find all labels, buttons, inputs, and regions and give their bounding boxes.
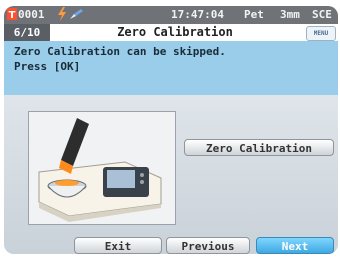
svg-text:T: T xyxy=(9,10,16,20)
message-line-1: Zero Calibration can be skipped. xyxy=(14,45,226,58)
id-badge-icon: T xyxy=(7,8,17,23)
exit-button[interactable]: Exit xyxy=(74,237,162,254)
instrument-screen: T 0001 17:47:04 Pet 3mm SCE 6/10 Zero Ca… xyxy=(4,6,338,254)
message-panel: Zero Calibration can be skipped. Press [… xyxy=(4,41,338,95)
step-indicator: 6/10 xyxy=(4,24,50,41)
page-title: Zero Calibration xyxy=(117,25,233,39)
observer-text: Pet xyxy=(244,8,264,21)
device-illustration xyxy=(28,111,176,225)
zero-calibration-button[interactable]: Zero Calibration xyxy=(184,139,334,156)
time-text: 17:47:04 xyxy=(171,8,224,21)
previous-button[interactable]: Previous xyxy=(166,237,250,254)
lightning-icon xyxy=(56,7,68,24)
pencil-icon xyxy=(70,9,84,22)
content-area: Zero Calibration Exit Previous Next xyxy=(4,95,338,254)
aperture-text: 3mm xyxy=(280,8,300,21)
status-bar: T 0001 17:47:04 Pet 3mm SCE xyxy=(4,6,338,24)
menu-button[interactable]: MENU xyxy=(306,26,336,41)
next-button[interactable]: Next xyxy=(256,237,334,254)
title-bar: 6/10 Zero Calibration MENU xyxy=(4,24,338,41)
menu-label: MENU xyxy=(313,30,329,37)
message-line-2: Press [OK] xyxy=(14,60,81,73)
mode-text: SCE xyxy=(312,8,332,21)
id-text: 0001 xyxy=(18,8,45,21)
